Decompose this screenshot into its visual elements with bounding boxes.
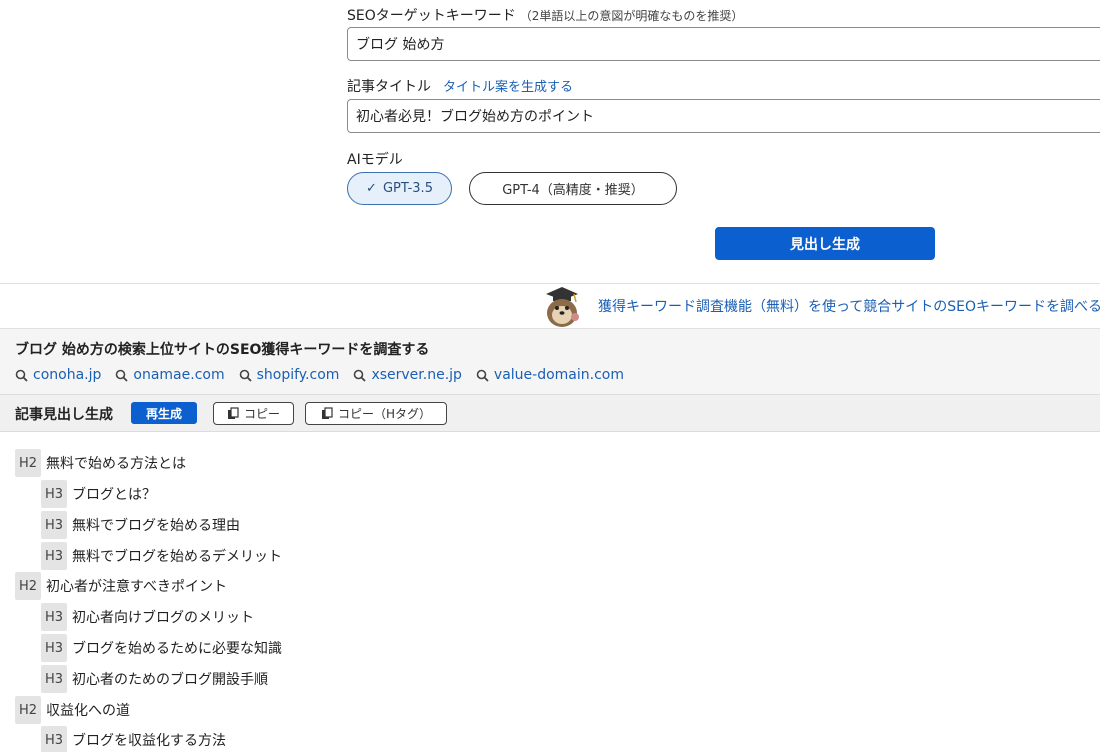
- heading-level-tag: H2: [15, 696, 41, 724]
- outline-row-h2: H2 収益化への道: [15, 696, 130, 724]
- ai-model-label: AIモデル: [347, 152, 403, 168]
- copy-icon: [227, 407, 239, 419]
- research-title: ブログ 始め方の検索上位サイトのSEO獲得キーワードを調査する: [15, 342, 430, 358]
- search-icon: [116, 369, 129, 382]
- site-link-conoha[interactable]: conoha.jp: [15, 367, 101, 383]
- search-icon: [239, 369, 252, 382]
- generate-headings-button[interactable]: 見出し生成: [715, 227, 935, 260]
- site-link-label: onamae.com: [133, 367, 225, 383]
- heading-level-tag: H3: [41, 480, 67, 508]
- site-link-shopify[interactable]: shopify.com: [239, 367, 340, 383]
- heading-text: 初心者のためのブログ開設手順: [72, 672, 268, 688]
- heading-text: ブログを収益化する方法: [72, 733, 226, 749]
- copy-icon: [321, 407, 333, 419]
- heading-level-tag: H3: [41, 511, 67, 539]
- article-title-input[interactable]: 初心者必見！ブログ始め方のポイント: [347, 99, 1100, 133]
- seo-keyword-input[interactable]: ブログ 始め方: [347, 27, 1100, 61]
- heading-text: 初心者が注意すべきポイント: [46, 579, 228, 595]
- model-option-gpt35-label: GPT-3.5: [382, 181, 433, 196]
- heading-level-tag: H3: [41, 665, 67, 693]
- keyword-research-promo-link[interactable]: 獲得キーワード調査機能（無料）を使って競合サイトのSEOキーワードを調べる: [598, 296, 1100, 316]
- headings-toolbar: 記事見出し生成 再生成 コピー コピー（Hタグ）: [0, 394, 1100, 432]
- outline-row-h3: H3 初心者向けブログのメリット: [41, 603, 254, 631]
- outline-row-h3: H3 無料でブログを始める理由: [41, 511, 240, 539]
- outline-row-h2: H2 無料で始める方法とは: [15, 449, 186, 477]
- outline-row-h3: H3 ブログを収益化する方法: [41, 726, 226, 752]
- site-link-label: xserver.ne.jp: [371, 367, 462, 383]
- outline-row-h2: H2 初心者が注意すべきポイント: [15, 572, 227, 600]
- heading-level-tag: H3: [41, 634, 67, 662]
- competitor-research-panel: ブログ 始め方の検索上位サイトのSEO獲得キーワードを調査する conoha.j…: [0, 328, 1100, 394]
- heading-text: 無料でブログを始めるデメリット: [72, 549, 282, 565]
- heading-level-tag: H3: [41, 603, 67, 631]
- copy-button-label: コピー: [243, 407, 280, 421]
- search-icon: [476, 369, 489, 382]
- outline-row-h3: H3 ブログを始めるために必要な知識: [41, 634, 282, 662]
- heading-text: 無料で始める方法とは: [46, 456, 186, 472]
- copy-button[interactable]: コピー: [213, 402, 294, 425]
- seo-keyword-label: SEOターゲットキーワード: [347, 8, 516, 24]
- heading-text: ブログとは？: [72, 487, 156, 503]
- outline-row-h3: H3 ブログとは？: [41, 480, 156, 508]
- heading-level-tag: H3: [41, 542, 67, 570]
- heading-text: 収益化への道: [46, 703, 130, 719]
- generate-title-link[interactable]: タイトル案を生成する: [443, 76, 573, 95]
- search-icon: [15, 369, 28, 382]
- competitor-site-list: conoha.jp onamae.com shopify.com xserver…: [15, 367, 624, 383]
- model-option-gpt4[interactable]: GPT-4（高精度・推奨）: [469, 172, 677, 205]
- search-icon: [354, 369, 367, 382]
- site-link-label: value-domain.com: [493, 367, 624, 383]
- heading-text: ブログを始めるために必要な知識: [72, 641, 282, 657]
- headings-section-title: 記事見出し生成: [15, 407, 113, 423]
- copy-htag-button-label: コピー（Hタグ）: [337, 407, 432, 421]
- site-link-onamae[interactable]: onamae.com: [115, 367, 225, 383]
- heading-text: 無料でブログを始める理由: [72, 518, 240, 534]
- regenerate-button[interactable]: 再生成: [131, 402, 197, 424]
- outline-row-h3: H3 初心者のためのブログ開設手順: [41, 665, 268, 693]
- heading-text: 初心者向けブログのメリット: [72, 610, 254, 626]
- copy-htag-button[interactable]: コピー（Hタグ）: [305, 402, 447, 425]
- seo-keyword-note: （2単語以上の意図が明確なものを推奨）: [519, 9, 744, 23]
- heading-level-tag: H2: [15, 449, 41, 477]
- outline-row-h3: H3 無料でブログを始めるデメリット: [41, 542, 282, 570]
- seo-keyword-label-row: SEOターゲットキーワード （2単語以上の意図が明確なものを推奨）: [347, 5, 743, 25]
- site-link-label: shopify.com: [256, 367, 340, 383]
- article-title-label-row: 記事タイトル タイトル案を生成する: [347, 76, 573, 96]
- model-option-gpt4-label: GPT-4（高精度・推奨）: [502, 183, 644, 198]
- mascot-illustration: [546, 287, 579, 327]
- heading-level-tag: H2: [15, 572, 41, 600]
- model-option-gpt35[interactable]: ✓ GPT-3.5: [347, 172, 452, 205]
- check-icon: ✓: [366, 181, 377, 196]
- article-title-label: 記事タイトル: [347, 79, 431, 95]
- heading-level-tag: H3: [41, 726, 67, 752]
- site-link-label: conoha.jp: [33, 367, 102, 383]
- site-link-value-domain[interactable]: value-domain.com: [476, 367, 624, 383]
- site-link-xserver[interactable]: xserver.ne.jp: [353, 367, 462, 383]
